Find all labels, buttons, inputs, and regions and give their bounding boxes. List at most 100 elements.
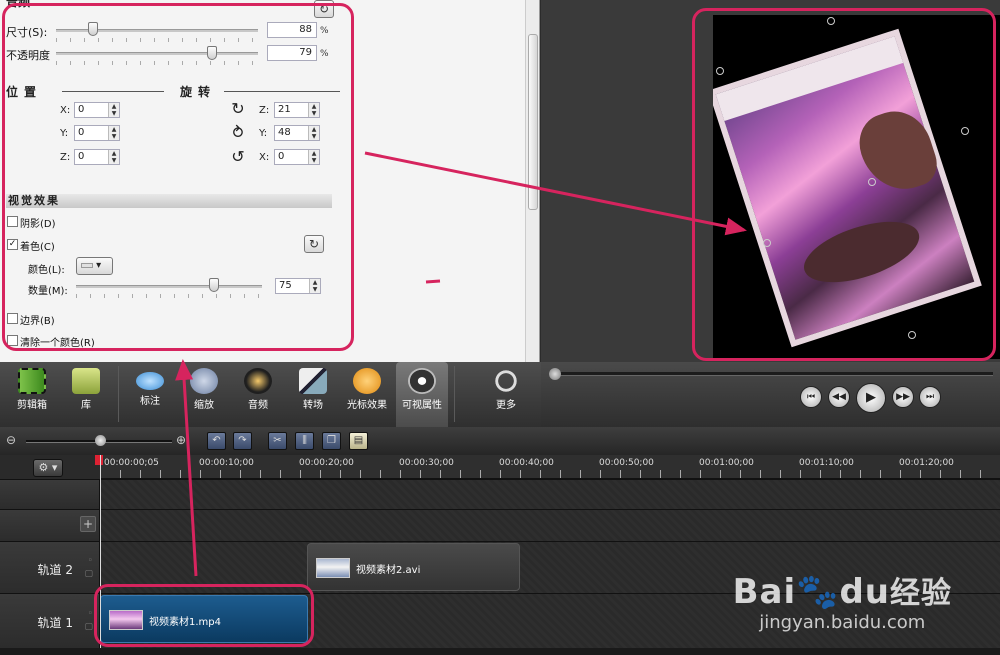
- size-slider[interactable]: [56, 29, 258, 32]
- eye-icon[interactable]: ◦: [88, 609, 93, 619]
- rotation-z-spin-arrows[interactable]: ▲ ▼: [308, 103, 319, 117]
- tool-zoom-label: 缩放: [194, 400, 214, 411]
- playhead-line[interactable]: [100, 455, 101, 655]
- seek-knob[interactable]: [549, 368, 561, 380]
- tint-checkbox[interactable]: ✓: [7, 239, 18, 250]
- rotated-video-frame[interactable]: [713, 28, 982, 348]
- clip-video2[interactable]: 视频素材2.avi: [307, 543, 520, 591]
- clip-video1[interactable]: 视频素材1.mp4: [100, 595, 308, 643]
- ruler-label: 00:00:10;00: [199, 458, 254, 468]
- play-button[interactable]: ▶: [856, 383, 886, 413]
- tool-cursor-effects[interactable]: 光标效果: [342, 362, 392, 427]
- rotation-y-spin-arrows[interactable]: ▲ ▼: [308, 126, 319, 140]
- shadow-checkbox[interactable]: [7, 216, 18, 227]
- cut-button[interactable]: ✂: [268, 432, 287, 450]
- tool-clip-bin[interactable]: 剪辑箱: [8, 362, 56, 427]
- tool-callouts[interactable]: 标注: [126, 362, 174, 427]
- tool-clip-bin-label: 剪辑箱: [17, 400, 47, 411]
- amount-value: 75: [279, 280, 292, 291]
- size-slider-thumb[interactable]: [88, 22, 98, 36]
- clip-thumbnail: [109, 610, 143, 630]
- lock-icon[interactable]: ▢: [84, 622, 93, 632]
- seek-bar[interactable]: [553, 372, 993, 376]
- track-2-header: 轨道 2 ◦ ▢: [0, 542, 100, 593]
- position-x-spin-arrows[interactable]: ▲ ▼: [108, 103, 119, 117]
- rotation-z-input[interactable]: 21 ▲ ▼: [274, 102, 320, 118]
- size-input[interactable]: 88: [267, 22, 317, 38]
- tool-visual-properties[interactable]: 可视属性: [396, 362, 448, 427]
- timeline-zoom-thumb[interactable]: [95, 435, 106, 446]
- amount-slider-thumb[interactable]: [209, 278, 219, 292]
- position-x-input[interactable]: 0 ▲ ▼: [74, 102, 120, 118]
- position-y-input[interactable]: 0 ▲ ▼: [74, 125, 120, 141]
- next-clip-button[interactable]: ⏭: [919, 386, 941, 408]
- properties-scrollbar-thumb[interactable]: [528, 34, 538, 210]
- track-1-name: 轨道 1: [37, 616, 73, 630]
- zoom-out-icon[interactable]: ⊖: [6, 433, 16, 447]
- playhead-marker[interactable]: [95, 455, 103, 465]
- timeline-toolbar: ⊖ ⊕ ↶ ↷ ✂ ⫼ ❐ ▤: [0, 427, 1000, 455]
- rotation-x-spin-arrows[interactable]: ▲ ▼: [308, 150, 319, 164]
- time-ruler[interactable]: 00:00:00;05 00:00:10;00 00:00:20;00 00:0…: [100, 455, 1000, 479]
- rotate-y-icon: ⥁: [232, 123, 244, 142]
- preview-canvas[interactable]: [713, 15, 1000, 359]
- tool-transitions[interactable]: 转场: [288, 362, 338, 427]
- ruler-label: 00:00:00;05: [104, 458, 159, 468]
- undo-button[interactable]: ↶: [207, 432, 226, 450]
- lock-icon[interactable]: ▢: [84, 569, 93, 579]
- reset-transform-button[interactable]: ↻: [314, 0, 334, 18]
- tool-audio[interactable]: 音频: [234, 362, 282, 427]
- speaker-icon: [244, 368, 272, 394]
- fast-forward-button[interactable]: ▶▶: [892, 386, 914, 408]
- color-picker-button[interactable]: ▾: [76, 257, 113, 275]
- opacity-slider-thumb[interactable]: [207, 46, 217, 60]
- reset-tint-button[interactable]: ↻: [304, 235, 324, 253]
- amount-input[interactable]: 75 ▲ ▼: [275, 278, 321, 294]
- position-y-spin-arrows[interactable]: ▲ ▼: [108, 126, 119, 140]
- remove-color-checkbox[interactable]: [7, 335, 18, 346]
- tool-library[interactable]: 库: [62, 362, 110, 427]
- track-1-header: 轨道 1 ◦ ▢: [0, 594, 100, 648]
- folder-icon: [72, 368, 100, 394]
- paste-button[interactable]: ▤: [349, 432, 368, 450]
- rotation-center-handle[interactable]: [868, 178, 876, 186]
- add-track-button[interactable]: +: [80, 516, 96, 532]
- previous-clip-button[interactable]: ⏮: [800, 386, 822, 408]
- position-z-spin-arrows[interactable]: ▲ ▼: [108, 150, 119, 164]
- timeline-scrollbar[interactable]: [0, 648, 1000, 655]
- zoom-in-icon[interactable]: ⊕: [176, 433, 186, 447]
- resize-handle-bottom[interactable]: [908, 331, 916, 339]
- ruler-label: 00:01:10;00: [799, 458, 854, 468]
- tool-zoom[interactable]: 缩放: [180, 362, 228, 427]
- rotation-y-label: Y:: [259, 128, 268, 139]
- paw-icon: 🐾: [796, 572, 840, 612]
- size-percent: %: [320, 26, 329, 36]
- resize-handle-top[interactable]: [827, 17, 835, 25]
- properties-scrollbar[interactable]: [525, 0, 539, 362]
- tool-more[interactable]: 更多: [482, 362, 530, 427]
- player-controls: ⏮ ◀◀ ▶ ▶▶ ⏭: [541, 362, 1000, 427]
- rotation-y-input[interactable]: 48 ▲ ▼: [274, 125, 320, 141]
- position-z-label: Z:: [60, 152, 71, 163]
- border-checkbox[interactable]: [7, 313, 18, 324]
- timeline-settings-button[interactable]: ⚙ ▾: [33, 459, 63, 477]
- resize-handle-top-left[interactable]: [716, 67, 724, 75]
- ruler-label: 00:00:30;00: [399, 458, 454, 468]
- track-header: [0, 480, 100, 509]
- split-button[interactable]: ⫼: [295, 432, 314, 450]
- rewind-button[interactable]: ◀◀: [828, 386, 850, 408]
- tool-transitions-label: 转场: [303, 400, 323, 411]
- tint-label: 着色(C): [20, 242, 55, 253]
- rotation-x-input[interactable]: 0 ▲ ▼: [274, 149, 320, 165]
- copy-button[interactable]: ❐: [322, 432, 341, 450]
- amount-spin-arrows[interactable]: ▲ ▼: [309, 279, 320, 293]
- resize-handle-right[interactable]: [961, 127, 969, 135]
- position-z-input[interactable]: 0 ▲ ▼: [74, 149, 120, 165]
- eye-icon[interactable]: ◦: [88, 556, 93, 566]
- opacity-slider[interactable]: [56, 52, 258, 55]
- redo-button[interactable]: ↷: [233, 432, 252, 450]
- resize-handle-left[interactable]: [763, 239, 771, 247]
- opacity-input[interactable]: 79: [267, 45, 317, 61]
- toolbar-separator: [118, 366, 119, 422]
- amount-slider[interactable]: [76, 285, 262, 288]
